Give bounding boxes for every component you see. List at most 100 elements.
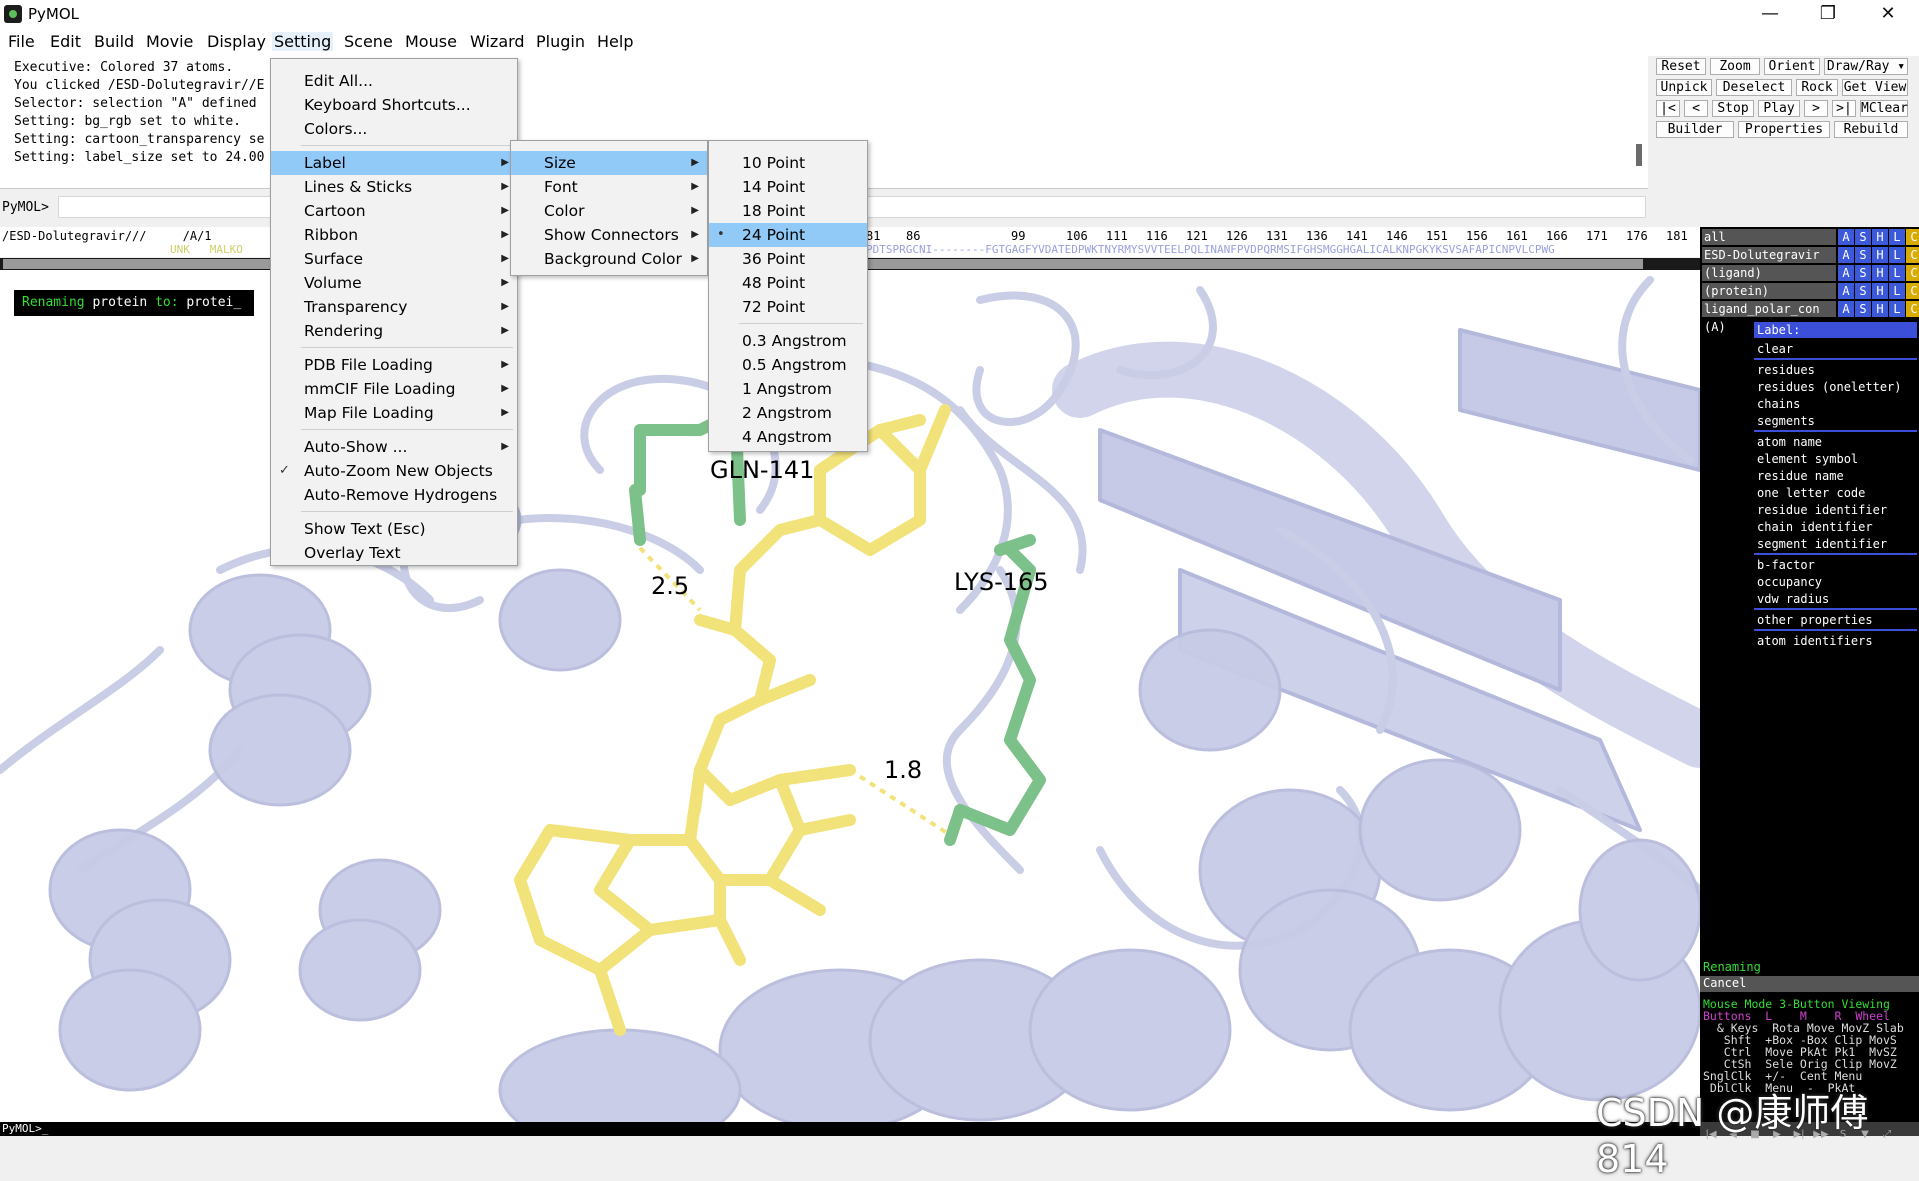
submenu-item-color[interactable]: Color ▶ [511, 199, 707, 223]
reset-button[interactable]: Reset [1656, 58, 1706, 75]
object-ligand-polar-con[interactable]: ligand_polar_con [1702, 301, 1836, 317]
menu-scene[interactable]: Scene [342, 32, 395, 51]
label-option-segment-identifier[interactable]: segment identifier [1754, 536, 1917, 552]
menu-display[interactable]: Display [205, 32, 268, 51]
menu-item-auto-show[interactable]: Auto-Show ... ▶ [271, 435, 517, 459]
action-button[interactable]: A [1838, 247, 1854, 263]
label-option-atom-name[interactable]: atom name [1754, 434, 1917, 450]
hide-button[interactable]: H [1872, 301, 1888, 317]
menu-item-mmcif-file-loading[interactable]: mmCIF File Loading ▶ [271, 377, 517, 401]
close-button[interactable]: ✕ [1860, 0, 1916, 28]
label-option-clear[interactable]: clear [1754, 341, 1917, 357]
label-option-b-factor[interactable]: b-factor [1754, 557, 1917, 573]
minimize-button[interactable]: — [1742, 0, 1798, 28]
action-button[interactable]: A [1838, 229, 1854, 245]
size-option-selected[interactable]: • 24 Point [709, 223, 867, 247]
action-button[interactable]: A [1838, 301, 1854, 317]
menu-item-keyboard-shortcuts[interactable]: Keyboard Shortcuts... [271, 93, 517, 117]
label-button[interactable]: L [1889, 229, 1905, 245]
menu-item-overlay-text[interactable]: Overlay Text [271, 541, 517, 565]
action-button[interactable]: A [1838, 283, 1854, 299]
menu-item-transparency[interactable]: Transparency ▶ [271, 295, 517, 319]
console-scrollbar[interactable] [1636, 144, 1642, 166]
back-button[interactable]: < [1684, 100, 1708, 117]
show-button[interactable]: S [1855, 229, 1871, 245]
cancel-button[interactable]: Cancel [1700, 976, 1919, 992]
label-option-vdw-radius[interactable]: vdw radius [1754, 591, 1917, 607]
menu-item-volume[interactable]: Volume ▶ [271, 271, 517, 295]
size-option[interactable]: 36 Point [709, 247, 867, 271]
rock-button[interactable]: Rock [1796, 79, 1838, 96]
menu-wizard[interactable]: Wizard [468, 32, 527, 51]
label-option-other-properties[interactable]: other properties [1754, 612, 1917, 628]
mclear-button[interactable]: MClear [1860, 100, 1908, 117]
menu-item-colors[interactable]: Colors... [271, 117, 517, 141]
stop-button[interactable]: Stop [1712, 100, 1754, 117]
menu-item-auto-zoom-new-objects[interactable]: ✓ Auto-Zoom New Objects [271, 459, 517, 483]
menu-item-auto-remove-hydrogens[interactable]: Auto-Remove Hydrogens [271, 483, 517, 507]
menu-mouse[interactable]: Mouse [403, 32, 459, 51]
label-button[interactable]: L [1889, 301, 1905, 317]
size-option[interactable]: 18 Point [709, 199, 867, 223]
menu-item-surface[interactable]: Surface ▶ [271, 247, 517, 271]
menu-item-edit-all[interactable]: Edit All... [271, 69, 517, 93]
get-view-button[interactable]: Get View [1842, 79, 1908, 96]
hide-button[interactable]: H [1872, 265, 1888, 281]
show-button[interactable]: S [1855, 283, 1871, 299]
size-option[interactable]: 2 Angstrom [709, 401, 867, 425]
size-option[interactable]: 1 Angstrom [709, 377, 867, 401]
label-option-residues-oneletter[interactable]: residues (oneletter) [1754, 379, 1917, 395]
menu-item-rendering[interactable]: Rendering ▶ [271, 319, 517, 343]
size-option[interactable]: 48 Point [709, 271, 867, 295]
object-ligand[interactable]: (ligand) [1702, 265, 1836, 281]
submenu-item-size[interactable]: Size ▶ [511, 151, 707, 175]
maximize-button[interactable]: ❐ [1800, 0, 1856, 28]
label-option-one-letter-code[interactable]: one letter code [1754, 485, 1917, 501]
menu-file[interactable]: File [6, 32, 37, 51]
end-button[interactable]: >| [1832, 100, 1856, 117]
show-button[interactable]: S [1855, 247, 1871, 263]
show-button[interactable]: S [1855, 301, 1871, 317]
color-button[interactable]: C [1906, 283, 1919, 299]
menu-help[interactable]: Help [595, 32, 635, 51]
menu-movie[interactable]: Movie [144, 32, 195, 51]
color-button[interactable]: C [1906, 265, 1919, 281]
hide-button[interactable]: H [1872, 229, 1888, 245]
size-option[interactable]: 0.3 Angstrom [709, 329, 867, 353]
unpick-button[interactable]: Unpick [1656, 79, 1712, 96]
submenu-item-show-connectors[interactable]: Show Connectors ▶ [511, 223, 707, 247]
label-button[interactable]: L [1889, 247, 1905, 263]
play-button[interactable]: Play [1758, 100, 1800, 117]
menu-item-label[interactable]: Label ▶ [271, 151, 517, 175]
zoom-button[interactable]: Zoom [1710, 58, 1760, 75]
label-option-element-symbol[interactable]: element symbol [1754, 451, 1917, 467]
menu-item-lines-sticks[interactable]: Lines & Sticks ▶ [271, 175, 517, 199]
sequence-left[interactable]: UNK MALKO [170, 243, 243, 256]
rebuild-button[interactable]: Rebuild [1834, 121, 1908, 138]
object-all[interactable]: all [1702, 229, 1836, 245]
size-option[interactable]: 10 Point [709, 151, 867, 175]
hide-button[interactable]: H [1872, 247, 1888, 263]
label-option-residue-name[interactable]: residue name [1754, 468, 1917, 484]
menu-item-map-file-loading[interactable]: Map File Loading ▶ [271, 401, 517, 425]
rewind-button[interactable]: |< [1656, 100, 1680, 117]
label-option-chains[interactable]: chains [1754, 396, 1917, 412]
object-esd-dolutegravir[interactable]: ESD-Dolutegravir [1702, 247, 1836, 263]
menu-build[interactable]: Build [92, 32, 136, 51]
menu-item-show-text[interactable]: Show Text (Esc) [271, 517, 517, 541]
draw-ray-button[interactable]: Draw/Ray ▾ [1824, 58, 1908, 75]
label-option-residues[interactable]: residues [1754, 362, 1917, 378]
action-button[interactable]: A [1838, 265, 1854, 281]
sequence-right[interactable]: PDTSPRGCNI--------FGTGAGFYVDATEDPWKTNYRM… [866, 243, 1555, 256]
object-protein[interactable]: (protein) [1702, 283, 1836, 299]
properties-button[interactable]: Properties [1738, 121, 1830, 138]
bottom-prompt[interactable]: PyMOL>_ [2, 1122, 48, 1135]
color-button[interactable]: C [1906, 247, 1919, 263]
menu-item-pdb-file-loading[interactable]: PDB File Loading ▶ [271, 353, 517, 377]
label-button[interactable]: L [1889, 265, 1905, 281]
orient-button[interactable]: Orient [1764, 58, 1820, 75]
menu-plugin[interactable]: Plugin [534, 32, 587, 51]
size-option[interactable]: 4 Angstrom [709, 425, 867, 449]
menu-setting[interactable]: Setting [272, 32, 334, 51]
size-option[interactable]: 14 Point [709, 175, 867, 199]
